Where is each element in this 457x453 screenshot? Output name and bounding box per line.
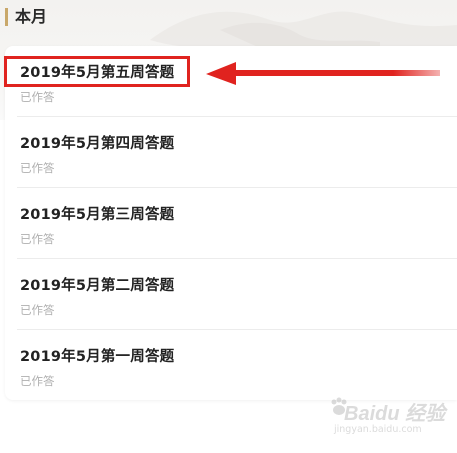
- baidu-watermark: Baidu 经验 jingyan.baidu.com: [328, 392, 453, 442]
- pointer-arrow: [206, 62, 440, 85]
- watermark-logo: Baidu 经验: [344, 403, 446, 425]
- watermark-url: jingyan.baidu.com: [334, 424, 422, 435]
